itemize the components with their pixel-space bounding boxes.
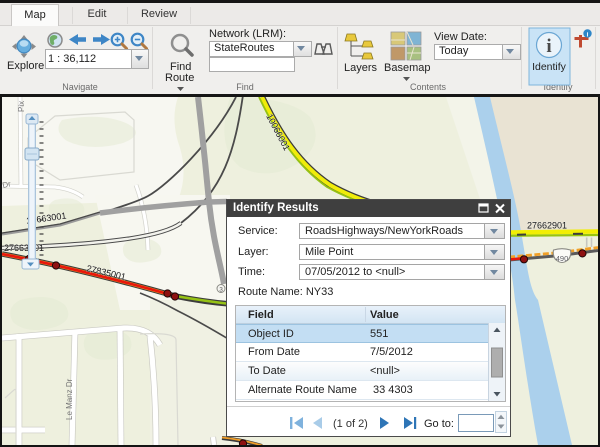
svg-text:i: i [587,32,589,39]
svg-text:490: 490 [556,254,569,263]
svg-text:Route: Route [165,72,194,84]
svg-text:27662901: 27662901 [527,221,567,231]
svg-text:Basemap: Basemap [384,62,430,74]
svg-text:Explore: Explore [7,60,44,72]
svg-text:Go to:: Go to: [424,418,454,430]
svg-text:27663101: 27663101 [4,243,44,253]
svg-text:3: 3 [219,287,223,294]
svg-text:Layers: Layers [344,62,378,74]
svg-text:Pix: Pix [17,101,26,112]
svg-text:View Date:: View Date: [434,31,487,43]
svg-text:Identify: Identify [532,61,567,73]
svg-text:i: i [546,36,551,57]
svg-text:(1 of 2): (1 of 2) [333,418,368,430]
svg-text:Le Manz Dr: Le Manz Dr [65,378,74,420]
